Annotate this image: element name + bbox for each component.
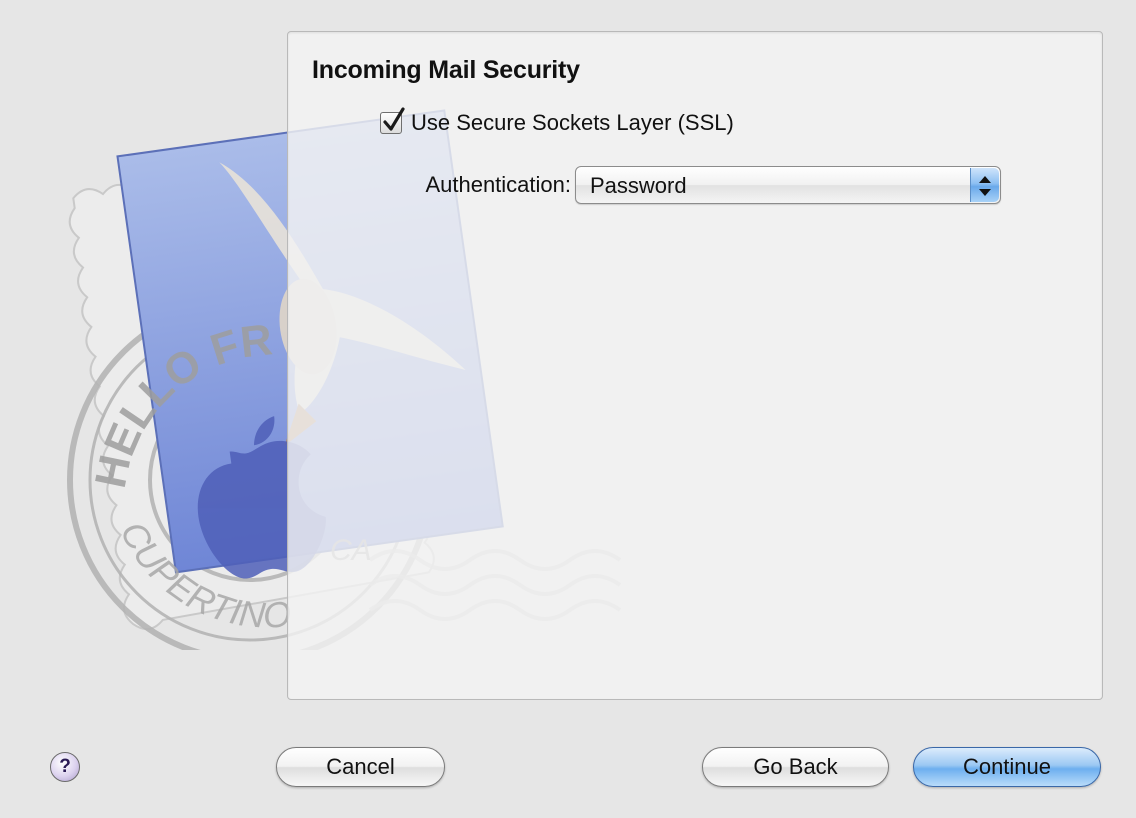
go-back-button[interactable]: Go Back (702, 747, 889, 787)
authentication-value: Password (590, 173, 687, 198)
help-button[interactable]: ? (50, 752, 80, 782)
authentication-label: Authentication: (425, 172, 571, 197)
popup-arrows (970, 168, 999, 202)
ssl-checkbox-label[interactable]: Use Secure Sockets Layer (SSL) (411, 110, 734, 136)
authentication-row: Authentication: Password (371, 166, 1001, 204)
up-down-arrows-icon (979, 176, 991, 196)
cancel-button[interactable]: Cancel (276, 747, 445, 787)
mail-setup-window: HELLO FR CUPERTINO CA Incoming Mail Secu… (0, 0, 1136, 818)
panel-title: Incoming Mail Security (312, 56, 580, 84)
ssl-option[interactable]: Use Secure Sockets Layer (SSL) (380, 107, 734, 136)
checkmark-icon (383, 107, 405, 131)
authentication-popup[interactable]: Password (575, 166, 1001, 204)
continue-button[interactable]: Continue (913, 747, 1101, 787)
ssl-checkbox[interactable] (380, 107, 405, 134)
settings-panel: Incoming Mail Security Use Secure Socket… (287, 31, 1103, 700)
